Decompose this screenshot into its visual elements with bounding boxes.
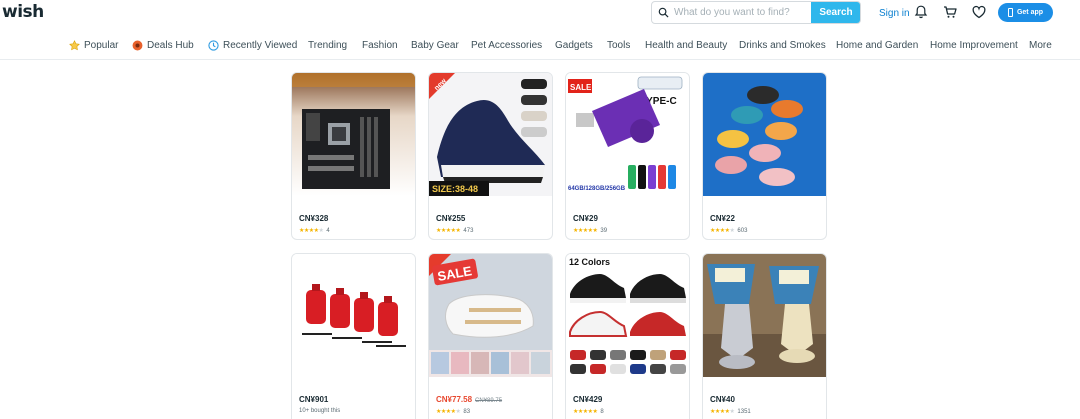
product-card[interactable]: SALE CN¥77.58 CN¥89.75 ★★★★★ 83 [428, 253, 553, 419]
product-price: CN¥255 [436, 214, 466, 223]
svg-text:12 Colors: 12 Colors [569, 257, 610, 267]
nav-item-recently-viewed[interactable]: Recently Viewed [208, 40, 297, 51]
product-image-motherboard [292, 73, 415, 196]
get-app-button[interactable]: Get app [998, 3, 1053, 22]
deals-icon [132, 40, 143, 51]
star-rating-icon: ★★★★★ [573, 228, 598, 234]
product-image-fuel-cans [292, 254, 415, 377]
product-price: CN¥429 [573, 395, 603, 404]
rating-count: 39 [600, 227, 608, 234]
nav-item-fashion[interactable]: Fashion [362, 40, 398, 51]
product-card[interactable]: CN¥901 10+ bought this [291, 253, 416, 419]
bell-icon[interactable] [913, 4, 929, 20]
product-rating: ★★★★★ 1351 [710, 408, 751, 416]
phone-icon [1007, 8, 1013, 17]
product-rating: ★★★★★ 8 [573, 408, 604, 416]
nav-item-drinks-and-smokes[interactable]: Drinks and Smokes [739, 40, 826, 51]
product-price: CN¥328 [299, 214, 329, 223]
category-nav: Popular Deals Hub Recently Viewed Trendi… [0, 36, 1080, 58]
heart-icon[interactable] [971, 4, 987, 20]
cart-icon[interactable] [942, 4, 958, 20]
nav-item-popular[interactable]: Popular [69, 40, 118, 51]
star-rating-icon: ★★★★★ [710, 409, 735, 415]
wish-logo[interactable]: wish [2, 2, 44, 22]
rating-count: 603 [737, 227, 748, 234]
bought-count: 10+ bought this [299, 408, 341, 414]
star-rating-icon: ★★★★★ [299, 228, 324, 234]
nav-item-tools[interactable]: Tools [607, 40, 630, 51]
product-rating: ★★★★★ 603 [710, 227, 748, 235]
top-header: wish Search Sign in Get app [0, 0, 1080, 28]
sale-price: CN¥77.58 [436, 395, 473, 404]
star-icon [69, 40, 80, 51]
product-rating: ★★★★★ 473 [436, 227, 474, 235]
rating-count: 4 [326, 227, 330, 234]
star-rating-icon: ★★★★★ [573, 409, 598, 415]
rating-count: 473 [463, 227, 474, 234]
rating-count: 1351 [737, 408, 751, 415]
product-image-sneakers: new SIZE:38-48 [429, 73, 552, 196]
search-bar: Search [651, 1, 861, 24]
product-card[interactable]: SALE TYPE-C 64GB/128GB/256GB CN¥29 ★★★★★… [565, 72, 690, 240]
search-button[interactable]: Search [811, 2, 860, 23]
nav-item-home-improvement[interactable]: Home Improvement [930, 40, 1018, 51]
svg-text:SALE: SALE [570, 83, 592, 92]
nav-item-pet-accessories[interactable]: Pet Accessories [471, 40, 542, 51]
nav-item-deals-hub[interactable]: Deals Hub [132, 40, 194, 51]
product-card[interactable]: 12 Colors CN¥429 ★★★★★ 8 [565, 253, 690, 419]
product-image-basketball-shoes: 12 Colors [566, 254, 689, 377]
product-rating: ★★★★★ 4 [299, 227, 330, 235]
star-rating-icon: ★★★★★ [710, 228, 735, 234]
product-price: CN¥29 [573, 214, 598, 223]
product-price: CN¥901 [299, 395, 329, 404]
product-price: CN¥22 [710, 214, 735, 223]
product-image-slippers [703, 73, 826, 196]
nav-item-more[interactable]: More [1029, 40, 1052, 51]
product-price: CN¥40 [710, 395, 735, 404]
rating-count: 83 [463, 408, 471, 415]
star-rating-icon: ★★★★★ [436, 228, 461, 234]
nav-divider [0, 59, 1080, 60]
product-card[interactable]: CN¥22 ★★★★★ 603 [702, 72, 827, 240]
product-price: CN¥77.58 CN¥89.75 [436, 395, 502, 404]
product-image-usb-drive: SALE TYPE-C 64GB/128GB/256GB [566, 73, 689, 196]
product-image-glue-tubes [703, 254, 826, 377]
product-card[interactable]: CN¥40 ★★★★★ 1351 [702, 253, 827, 419]
product-rating: ★★★★★ 83 [436, 408, 471, 416]
product-image-sandals: SALE [429, 254, 552, 377]
product-card[interactable]: CN¥328 ★★★★★ 4 [291, 72, 416, 240]
nav-item-baby-gear[interactable]: Baby Gear [411, 40, 459, 51]
nav-item-trending[interactable]: Trending [308, 40, 347, 51]
nav-item-health-and-beauty[interactable]: Health and Beauty [645, 40, 727, 51]
svg-text:SIZE:38-48: SIZE:38-48 [432, 184, 478, 194]
svg-text:64GB/128GB/256GB: 64GB/128GB/256GB [568, 186, 626, 192]
product-card[interactable]: new SIZE:38-48 CN¥255 ★★★★★ 473 [428, 72, 553, 240]
product-rating: ★★★★★ 39 [573, 227, 608, 235]
search-input[interactable] [674, 2, 810, 23]
clock-icon [208, 40, 219, 51]
get-app-label: Get app [1016, 9, 1044, 16]
search-icon [658, 7, 669, 18]
nav-item-home-and-garden[interactable]: Home and Garden [836, 40, 918, 51]
sign-in-link[interactable]: Sign in [879, 8, 910, 19]
nav-item-gadgets[interactable]: Gadgets [555, 40, 593, 51]
star-rating-icon: ★★★★★ [436, 409, 461, 415]
rating-count: 8 [600, 408, 604, 415]
original-price: CN¥89.75 [475, 398, 503, 404]
